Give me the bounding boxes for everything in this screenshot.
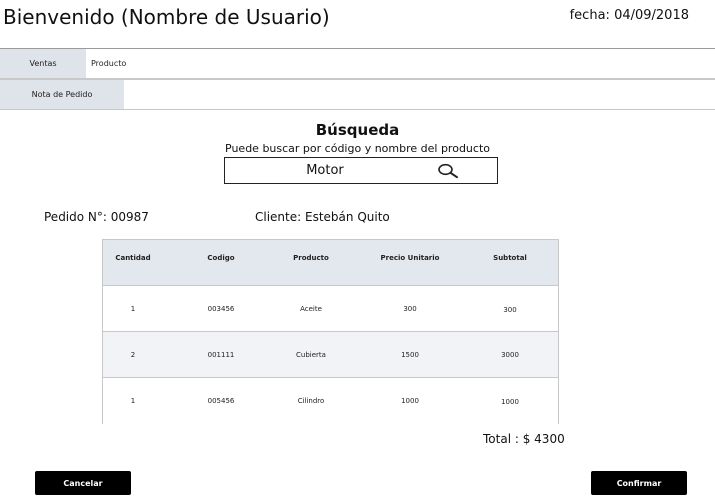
table-row[interactable]: 1 003456 Aceite 300 300	[103, 286, 558, 332]
cell-subtotal: 300	[503, 305, 517, 314]
total-value: $ 4300	[522, 432, 565, 446]
header-producto: Producto	[293, 254, 329, 262]
search-input[interactable]: Motor	[224, 157, 498, 184]
header-cantidad: Cantidad	[115, 254, 151, 262]
cancel-button[interactable]: Cancelar	[35, 471, 131, 495]
tab-ventas[interactable]: Ventas	[0, 49, 86, 78]
cell-codigo: 005456	[207, 397, 235, 405]
order-total: Total : $ 4300	[483, 432, 565, 446]
table-row[interactable]: 2 001111 Cubierta 1500 3000	[103, 332, 558, 378]
cell-cantidad: 1	[130, 304, 136, 313]
header-precio-unitario: Precio Unitario	[380, 254, 440, 262]
subtab-producto[interactable]: Producto	[86, 49, 126, 78]
order-number-label: Pedido N°:	[44, 210, 107, 224]
welcome-title: Bienvenido (Nombre de Usuario)	[3, 5, 330, 29]
total-label: Total :	[483, 432, 519, 446]
cell-producto: Cilindro	[297, 397, 325, 405]
order-table: Cantidad Codigo Producto Precio Unitario…	[102, 239, 559, 424]
cell-codigo: 001111	[207, 350, 235, 359]
cell-cantidad: 1	[130, 397, 136, 405]
date-label: fecha:	[569, 8, 610, 23]
header-subtotal: Subtotal	[493, 254, 527, 262]
cell-subtotal: 3000	[501, 350, 519, 359]
search-icon[interactable]	[437, 163, 461, 179]
cell-cantidad: 2	[130, 350, 136, 359]
order-number: Pedido N°: 00987	[44, 210, 149, 224]
confirm-button[interactable]: Confirmar	[591, 471, 687, 495]
order-number-value: 00987	[110, 210, 149, 224]
search-hint: Puede buscar por código y nombre del pro…	[225, 142, 490, 155]
cell-codigo: 003456	[207, 304, 235, 313]
search-title: Búsqueda	[315, 121, 400, 139]
nav-row-order-note: Nota de Pedido	[0, 79, 715, 110]
table-header-row: Cantidad Codigo Producto Precio Unitario…	[103, 240, 558, 286]
date-display: fecha: 04/09/2018	[570, 8, 689, 23]
client-value: Estebán Quito	[305, 210, 390, 224]
client-name: Cliente: Estebán Quito	[255, 210, 390, 224]
cell-precio-unitario: 1000	[401, 397, 419, 405]
nav-row-sales: Ventas Producto	[0, 48, 715, 79]
cell-producto: Cubierta	[296, 350, 326, 359]
tab-nota-de-pedido[interactable]: Nota de Pedido	[0, 80, 124, 109]
search-input-value[interactable]: Motor	[225, 163, 425, 178]
cell-producto: Aceite	[300, 304, 322, 313]
client-label: Cliente:	[255, 210, 302, 224]
cell-precio-unitario: 300	[403, 304, 417, 313]
table-row[interactable]: 1 005456 Cilindro 1000 1000	[103, 378, 558, 424]
header-codigo: Codigo	[207, 254, 235, 262]
cell-precio-unitario: 1500	[401, 350, 419, 359]
cell-subtotal: 1000	[501, 398, 519, 406]
date-value: 04/09/2018	[614, 8, 689, 23]
